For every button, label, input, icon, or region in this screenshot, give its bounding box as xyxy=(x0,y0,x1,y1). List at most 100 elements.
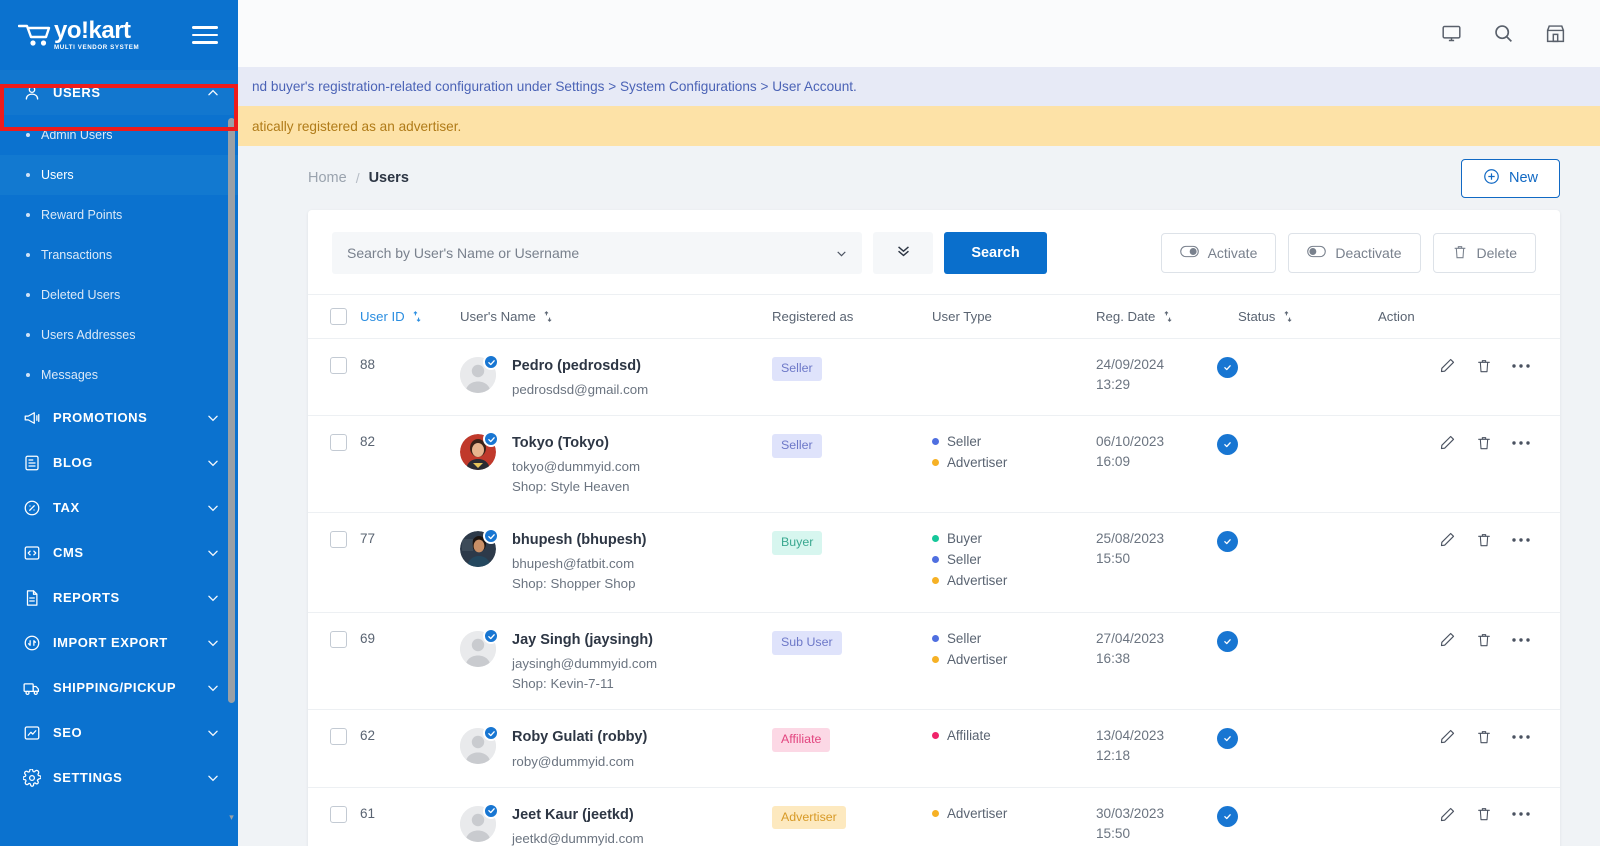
expand-filters-button[interactable] xyxy=(873,232,933,274)
more-icon[interactable] xyxy=(1512,363,1530,369)
user-type-label: Seller xyxy=(947,434,982,450)
sidebar-group-reports[interactable]: REPORTS xyxy=(0,575,238,620)
user-type-item: Buyer xyxy=(932,531,1096,546)
row-checkbox[interactable] xyxy=(330,805,347,823)
sidebar-item-label: Deleted Users xyxy=(41,288,121,302)
search-field-wrapper xyxy=(332,232,862,274)
user-display-name[interactable]: Jeet Kaur (jeetkd) xyxy=(512,806,644,824)
verified-badge-icon xyxy=(483,354,499,370)
display-icon[interactable] xyxy=(1440,23,1462,45)
sidebar-group-tax[interactable]: TAX xyxy=(0,485,238,530)
more-icon[interactable] xyxy=(1512,537,1530,543)
sidebar-group-settings[interactable]: SETTINGS xyxy=(0,755,238,800)
th-user-name[interactable]: User's Name xyxy=(460,294,772,339)
sidebar-scrollbar[interactable] xyxy=(228,118,235,703)
more-icon[interactable] xyxy=(1512,734,1530,740)
sidebar-item-admin-users[interactable]: Admin Users xyxy=(0,115,238,155)
trash-icon[interactable] xyxy=(1476,358,1492,374)
edit-icon[interactable] xyxy=(1439,434,1456,451)
more-icon[interactable] xyxy=(1512,440,1530,446)
th-user-id-label: User ID xyxy=(360,308,405,324)
sidebar-item-label: Users Addresses xyxy=(41,328,136,342)
sidebar-item-users-addresses[interactable]: Users Addresses xyxy=(0,315,238,355)
cell-action xyxy=(1378,512,1560,614)
sidebar-group-blog[interactable]: BLOG xyxy=(0,440,238,485)
sidebar-item-users[interactable]: Users xyxy=(0,155,238,195)
row-actions xyxy=(1378,806,1530,823)
user-display-name[interactable]: Tokyo (Tokyo) xyxy=(512,434,640,452)
search-input[interactable] xyxy=(332,232,862,274)
sidebar-item-transactions[interactable]: Transactions xyxy=(0,235,238,275)
code-icon xyxy=(22,543,41,562)
user-display-name[interactable]: Roby Gulati (robby) xyxy=(512,728,647,746)
trash-icon[interactable] xyxy=(1476,632,1492,648)
user-type-item: Advertiser xyxy=(932,573,1096,588)
user-identity: bhupesh (bhupesh) bhupesh@fatbit.com Shop:… xyxy=(460,528,772,591)
row-checkbox[interactable] xyxy=(330,434,347,452)
breadcrumb-separator: / xyxy=(355,170,360,186)
row-checkbox[interactable] xyxy=(330,728,347,746)
row-checkbox[interactable] xyxy=(330,631,347,649)
user-text-block: Pedro (pedrosdsd) pedrosdsd@gmail.com xyxy=(512,357,648,397)
trash-icon[interactable] xyxy=(1476,729,1492,745)
th-status[interactable]: Status xyxy=(1238,294,1378,339)
sidebar-group-cms[interactable]: CMS xyxy=(0,530,238,575)
trash-icon[interactable] xyxy=(1476,532,1492,548)
deactivate-button[interactable]: Deactivate xyxy=(1288,233,1421,273)
cell-user-name: bhupesh (bhupesh) bhupesh@fatbit.com Shop:… xyxy=(460,512,772,614)
more-icon[interactable] xyxy=(1512,811,1530,817)
edit-icon[interactable] xyxy=(1439,631,1456,648)
reg-time: 16:38 xyxy=(1096,651,1131,667)
new-button[interactable]: New xyxy=(1460,158,1560,198)
trash-icon[interactable] xyxy=(1476,435,1492,451)
search-icon[interactable] xyxy=(1492,23,1514,45)
row-checkbox[interactable] xyxy=(330,531,347,549)
table-row[interactable]: 62 Roby Gulati (robby) roby@dummyid.com Aff… xyxy=(308,709,1560,788)
activate-button[interactable]: Activate xyxy=(1160,233,1277,273)
storefront-icon[interactable] xyxy=(1544,23,1566,45)
cell-checkbox xyxy=(308,709,360,788)
sidebar-item-reward-points[interactable]: Reward Points xyxy=(0,195,238,235)
sidebar-group-promotions[interactable]: PROMOTIONS xyxy=(0,395,238,440)
bullet-icon xyxy=(26,253,30,257)
user-display-name[interactable]: Jay Singh (jaysingh) xyxy=(512,631,657,649)
table-row[interactable]: 82 Tokyo (Tokyo) tokyo@dummyid.com Shop: St… xyxy=(308,415,1560,514)
delete-button[interactable]: Delete xyxy=(1432,233,1536,273)
sidebar-group-shipping-pickup[interactable]: SHIPPING/PICKUP xyxy=(0,665,238,710)
sidebar-group-import-export[interactable]: IMPORT EXPORT xyxy=(0,620,238,665)
verified-badge-icon xyxy=(483,628,499,645)
table-row[interactable]: 88 Pedro (pedrosdsd) pedrosdsd@gmail.com Se… xyxy=(308,338,1560,417)
sidebar-group-seo[interactable]: SEO xyxy=(0,710,238,755)
user-display-name[interactable]: bhupesh (bhupesh) xyxy=(512,531,647,549)
trash-icon[interactable] xyxy=(1476,806,1492,822)
cell-action xyxy=(1378,338,1560,417)
cell-action xyxy=(1378,709,1560,788)
sidebar-item-deleted-users[interactable]: Deleted Users xyxy=(0,275,238,315)
sidebar-group-label: IMPORT EXPORT xyxy=(53,635,168,650)
th-reg-date[interactable]: Reg. Date xyxy=(1096,294,1238,339)
table-row[interactable]: 69 Jay Singh (jaysingh) jaysingh@dummyid.c… xyxy=(308,612,1560,711)
search-button[interactable]: Search xyxy=(944,232,1047,274)
sidebar-nav: USERS Admin Users Users Reward Points Transa… xyxy=(0,70,238,846)
brand-logo[interactable]: yo!kart MULTI VENDOR SYSTEM xyxy=(18,18,139,51)
th-user-id[interactable]: User ID xyxy=(360,294,460,339)
select-all-checkbox[interactable] xyxy=(330,308,347,325)
verified-badge-icon xyxy=(483,528,499,545)
cell-reg-date: 13/04/2023 12:18 xyxy=(1096,709,1238,788)
edit-icon[interactable] xyxy=(1439,806,1456,823)
sidebar-item-messages[interactable]: Messages xyxy=(0,355,238,395)
menu-icon[interactable] xyxy=(192,26,218,44)
banner-config-link[interactable]: nd buyer's registration-related configur… xyxy=(0,67,1600,106)
table-row[interactable]: 77 bhupesh (bhupesh) bhupesh@fatbit.com Sho… xyxy=(308,512,1560,614)
edit-icon[interactable] xyxy=(1439,728,1456,745)
edit-icon[interactable] xyxy=(1439,357,1456,374)
scroll-down-arrow-icon[interactable]: ▾ xyxy=(227,813,236,822)
table-row[interactable]: 61 Jeet Kaur (jeetkd) jeetkd@dummyid.com Ad… xyxy=(308,787,1560,846)
more-icon[interactable] xyxy=(1512,637,1530,643)
user-display-name[interactable]: Pedro (pedrosdsd) xyxy=(512,357,648,375)
row-checkbox[interactable] xyxy=(330,357,347,374)
breadcrumb-home[interactable]: Home xyxy=(308,170,347,186)
sidebar-group-users[interactable]: USERS xyxy=(0,70,238,115)
edit-icon[interactable] xyxy=(1439,531,1456,548)
bullet-icon xyxy=(26,213,30,217)
